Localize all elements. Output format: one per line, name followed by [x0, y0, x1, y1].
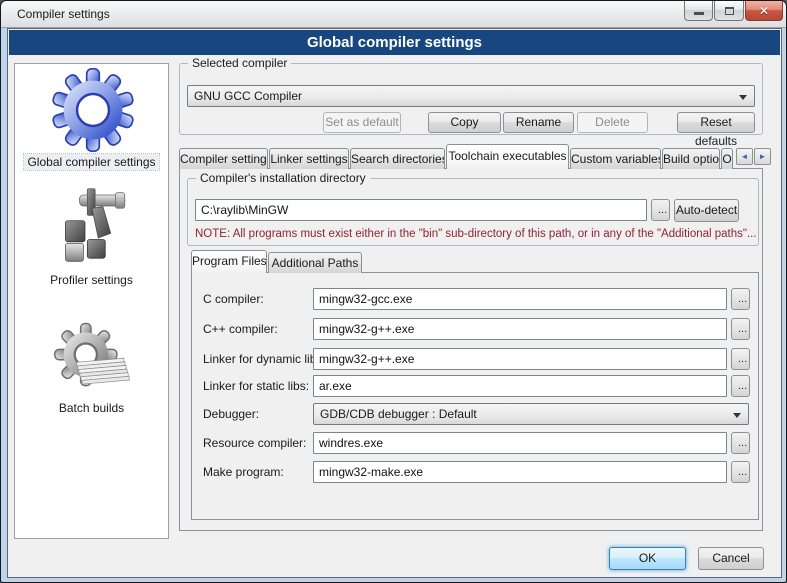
- rename-button[interactable]: Rename: [503, 112, 574, 133]
- dropdown-arrow-icon: [739, 95, 747, 100]
- titlebar[interactable]: Compiler settings: [1, 1, 786, 28]
- cancel-button[interactable]: Cancel: [698, 547, 764, 570]
- static-linker-input[interactable]: [313, 375, 727, 397]
- tab-compiler-settings[interactable]: Compiler settings: [179, 148, 268, 169]
- close-button[interactable]: ✕: [745, 1, 783, 21]
- static-linker-browse-button[interactable]: ...: [731, 375, 750, 397]
- resource-compiler-input[interactable]: [313, 432, 727, 454]
- compiler-settings-dialog: Compiler settings ✕ Global compiler sett…: [0, 0, 787, 583]
- ok-button[interactable]: OK: [609, 547, 686, 570]
- c-compiler-browse-button[interactable]: ...: [731, 288, 750, 310]
- arrow-left-icon: ◄: [741, 152, 749, 161]
- sidebar-item-label: Profiler settings: [47, 272, 136, 288]
- dynamic-linker-browse-button[interactable]: ...: [731, 348, 750, 370]
- sidebar-item-label: Global compiler settings: [24, 154, 158, 170]
- installation-note: NOTE: All programs must exist either in …: [195, 228, 757, 240]
- make-program-browse-button[interactable]: ...: [731, 461, 750, 483]
- batch-builds-icon: [51, 322, 131, 396]
- tab-toolchain-executables[interactable]: Toolchain executables: [446, 144, 569, 169]
- copy-button[interactable]: Copy: [428, 112, 501, 133]
- c-compiler-input[interactable]: [313, 288, 727, 310]
- installation-directory-legend: Compiler's installation directory: [196, 171, 370, 185]
- reset-defaults-button[interactable]: Reset defaults: [677, 112, 755, 133]
- maximize-icon: [725, 7, 734, 15]
- dynamic-linker-input[interactable]: [313, 348, 727, 370]
- cpp-compiler-browse-button[interactable]: ...: [731, 318, 750, 340]
- profiler-caliper-icon: [53, 186, 131, 268]
- tab-clipped[interactable]: O: [721, 148, 733, 169]
- make-program-input[interactable]: [313, 461, 727, 483]
- tab-build-options[interactable]: Build options: [662, 148, 720, 169]
- field-label-resource-compiler: Resource compiler:: [203, 436, 306, 450]
- dropdown-arrow-icon: [733, 413, 741, 418]
- maximize-button[interactable]: [714, 1, 744, 21]
- debugger-select[interactable]: GDB/CDB debugger : Default: [313, 403, 749, 425]
- installation-directory-input[interactable]: [195, 199, 647, 221]
- field-label-c-compiler: C compiler:: [203, 292, 264, 306]
- tab-search-directories[interactable]: Search directories: [350, 148, 445, 169]
- delete-button[interactable]: Delete: [577, 112, 648, 133]
- installation-directory-browse-button[interactable]: ...: [651, 199, 670, 221]
- settings-category-sidebar: Global compiler settings: [14, 63, 169, 539]
- arrow-right-icon: ►: [759, 152, 767, 161]
- sidebar-item-label: Batch builds: [56, 400, 127, 416]
- minimize-button[interactable]: [684, 1, 713, 21]
- field-label-make-program: Make program:: [203, 465, 284, 479]
- set-as-default-button[interactable]: Set as default: [323, 112, 401, 133]
- subtab-additional-paths[interactable]: Additional Paths: [268, 252, 362, 273]
- minimize-icon: [694, 12, 704, 15]
- field-label-cpp-compiler: C++ compiler:: [203, 322, 278, 336]
- page-title: Global compiler settings: [9, 30, 780, 55]
- field-label-debugger: Debugger:: [203, 407, 259, 421]
- field-label-dynamic-linker: Linker for dynamic libs:: [203, 352, 326, 366]
- close-icon: ✕: [759, 4, 769, 18]
- field-label-static-linker: Linker for static libs:: [203, 379, 309, 393]
- subtab-program-files[interactable]: Program Files: [191, 250, 267, 273]
- tab-custom-variables[interactable]: Custom variables: [570, 148, 661, 169]
- compiler-select-value: GNU GCC Compiler: [194, 89, 302, 103]
- tab-linker-settings[interactable]: Linker settings: [269, 148, 349, 169]
- cpp-compiler-input[interactable]: [313, 318, 727, 340]
- tab-scroll-left-button[interactable]: ◄: [736, 148, 753, 165]
- blue-gear-icon: [51, 68, 135, 152]
- tab-scroll-right-button[interactable]: ►: [754, 148, 771, 165]
- compiler-select[interactable]: GNU GCC Compiler: [187, 85, 755, 107]
- window-title: Compiler settings: [17, 7, 110, 21]
- resource-compiler-browse-button[interactable]: ...: [731, 432, 750, 454]
- auto-detect-button[interactable]: Auto-detect: [674, 199, 739, 222]
- selected-compiler-legend: Selected compiler: [188, 56, 291, 70]
- debugger-select-value: GDB/CDB debugger : Default: [320, 407, 477, 421]
